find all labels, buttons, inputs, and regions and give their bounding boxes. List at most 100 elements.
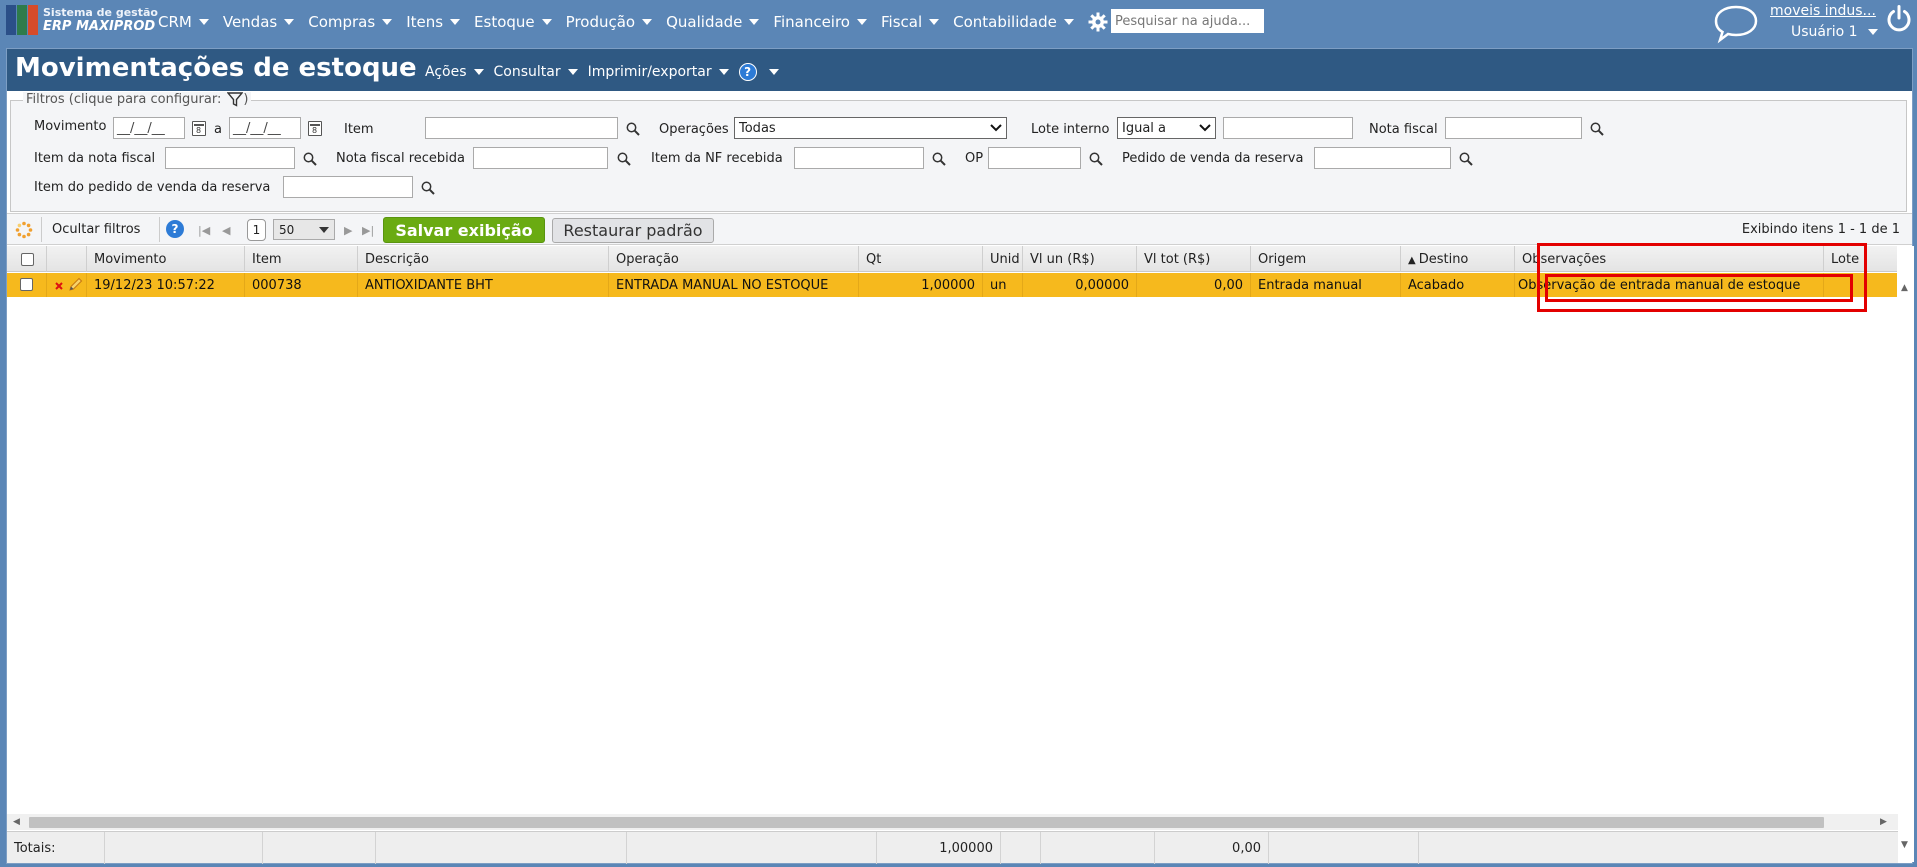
search-icon[interactable] (1590, 122, 1604, 136)
menu-qualidade[interactable]: Qualidade (666, 13, 760, 31)
menu-fiscal[interactable]: Fiscal (881, 13, 940, 31)
header-vl-tot[interactable]: Vl tot (R$) (1137, 246, 1251, 272)
filter-lote-input[interactable] (1223, 117, 1353, 139)
header-operacao[interactable]: Operação (609, 246, 859, 272)
chevron-down-icon (450, 19, 461, 25)
scroll-thumb[interactable] (29, 817, 1824, 828)
calendar-icon[interactable]: 8 (192, 121, 206, 136)
scroll-down-icon[interactable]: ▼ (1901, 840, 1908, 850)
scroll-right-icon[interactable]: ▶ (1880, 817, 1887, 827)
filter-lote-label: Lote interno (1031, 122, 1110, 137)
cell-descricao: ANTIOXIDANTE BHT (358, 273, 609, 297)
scroll-left-icon[interactable]: ◀ (13, 817, 20, 827)
chat-icon[interactable] (1713, 4, 1759, 44)
page-help-menu[interactable]: ? (738, 63, 779, 81)
help-search-input[interactable] (1111, 9, 1264, 33)
table-row[interactable]: 19/12/23 10:57:22 000738 ANTIOXIDANTE BH… (7, 273, 1897, 297)
filter-date-to[interactable]: __/__/__ (229, 117, 301, 139)
first-page-icon[interactable]: |◀ (198, 224, 210, 237)
help-icon[interactable]: ? (166, 220, 184, 238)
chevron-down-icon (990, 124, 1002, 132)
filter-operacoes-select[interactable]: Todas (734, 117, 1007, 139)
menu-label: Financeiro (773, 13, 850, 31)
search-icon[interactable] (932, 152, 946, 166)
user-menu[interactable]: Usuário 1 (1791, 24, 1878, 40)
filter-date-from[interactable]: __/__/__ (113, 117, 185, 139)
menu-compras[interactable]: Compras (308, 13, 393, 31)
header-destino[interactable]: ▲ Destino (1401, 246, 1515, 272)
search-icon[interactable] (1089, 152, 1103, 166)
header-lote[interactable]: Lote i (1824, 246, 1897, 272)
menu-crm[interactable]: CRM (158, 13, 209, 31)
menu-financeiro[interactable]: Financeiro (773, 13, 867, 31)
delete-icon[interactable] (55, 282, 63, 290)
header-observacoes[interactable]: Observações (1515, 246, 1824, 272)
page-number-input[interactable]: 1 (247, 219, 266, 241)
search-icon[interactable] (303, 152, 317, 166)
filter-icon[interactable] (227, 92, 244, 107)
row-checkbox[interactable] (20, 278, 33, 291)
page-size-select[interactable]: 50 (273, 219, 335, 240)
refresh-icon[interactable] (15, 221, 33, 239)
search-icon[interactable] (626, 122, 640, 136)
app-logo[interactable]: Sistema de gestão ERP MAXIPROD (6, 5, 158, 35)
power-icon[interactable] (1885, 4, 1913, 34)
save-view-button[interactable]: Salvar exibição (383, 217, 545, 243)
filter-item-input[interactable] (425, 117, 618, 139)
menu-producao[interactable]: Produção (566, 13, 653, 31)
filter-item-nf-recebida-input[interactable] (794, 147, 924, 169)
menu-imprimir-exportar[interactable]: Imprimir/exportar (588, 64, 729, 80)
menu-itens[interactable]: Itens (406, 13, 461, 31)
calendar-icon[interactable]: 8 (308, 121, 322, 136)
hide-filters-button[interactable]: Ocultar filtros (52, 222, 140, 237)
filters-legend[interactable]: Filtros (clique para configurar: ) (23, 92, 252, 107)
vertical-scrollbar[interactable]: ▲ ▼ (1898, 246, 1914, 862)
search-icon[interactable] (617, 152, 631, 166)
filter-op-input[interactable] (988, 147, 1081, 169)
filter-item-nf-recebida-label: Item da NF recebida (651, 151, 783, 166)
chevron-down-icon (718, 69, 729, 75)
chevron-down-icon (1199, 124, 1211, 132)
totals-empty (627, 832, 877, 864)
filter-nota-fiscal-input[interactable] (1445, 117, 1582, 139)
header-movimento[interactable]: Movimento (87, 246, 245, 272)
last-page-icon[interactable]: ▶| (362, 224, 374, 237)
filter-item-pedido-input[interactable] (283, 176, 413, 198)
search-icon[interactable] (1459, 152, 1473, 166)
header-select-all[interactable] (7, 246, 47, 272)
title-bar: Movimentações de estoque Ações Consultar… (7, 49, 1912, 91)
menu-acoes[interactable]: Ações (425, 64, 484, 80)
filter-movimento-label: Movimento (34, 119, 107, 134)
menu-contabilidade[interactable]: Contabilidade (953, 13, 1074, 31)
prev-page-icon[interactable]: ◀ (222, 224, 230, 237)
restore-default-button[interactable]: Restaurar padrão (552, 218, 714, 243)
filter-nf-recebida-input[interactable] (473, 147, 608, 169)
filter-lote-select[interactable]: Igual a (1117, 117, 1216, 139)
chevron-down-icon (567, 69, 578, 75)
header-qt[interactable]: Qt (859, 246, 983, 272)
edit-icon[interactable] (67, 277, 83, 292)
chevron-down-icon (749, 19, 760, 25)
filter-item-label: Item (344, 122, 374, 137)
scroll-up-icon[interactable]: ▲ (1901, 283, 1908, 293)
menu-vendas[interactable]: Vendas (223, 13, 295, 31)
totals-empty (263, 832, 376, 864)
filter-pedido-input[interactable] (1314, 147, 1451, 169)
company-link[interactable]: moveis indus... (1770, 3, 1876, 19)
menu-estoque[interactable]: Estoque (474, 13, 552, 31)
select-all-checkbox[interactable] (21, 253, 34, 266)
header-origem[interactable]: Origem (1251, 246, 1401, 272)
row-select[interactable] (7, 273, 47, 297)
search-icon[interactable] (421, 181, 435, 195)
chevron-down-icon (929, 19, 940, 25)
header-item[interactable]: Item (245, 246, 358, 272)
filter-item-nota-input[interactable] (165, 147, 295, 169)
cell-origem: Entrada manual (1251, 273, 1401, 297)
next-page-icon[interactable]: ▶ (344, 224, 352, 237)
header-vl-un[interactable]: Vl un (R$) (1023, 246, 1137, 272)
menu-consultar[interactable]: Consultar (494, 64, 578, 80)
horizontal-scrollbar[interactable]: ◀ ▶ (7, 814, 1898, 830)
header-descricao[interactable]: Descrição (358, 246, 609, 272)
top-bar: Sistema de gestão ERP MAXIPROD CRM Venda… (0, 0, 1917, 44)
header-unid[interactable]: Unid (983, 246, 1023, 272)
